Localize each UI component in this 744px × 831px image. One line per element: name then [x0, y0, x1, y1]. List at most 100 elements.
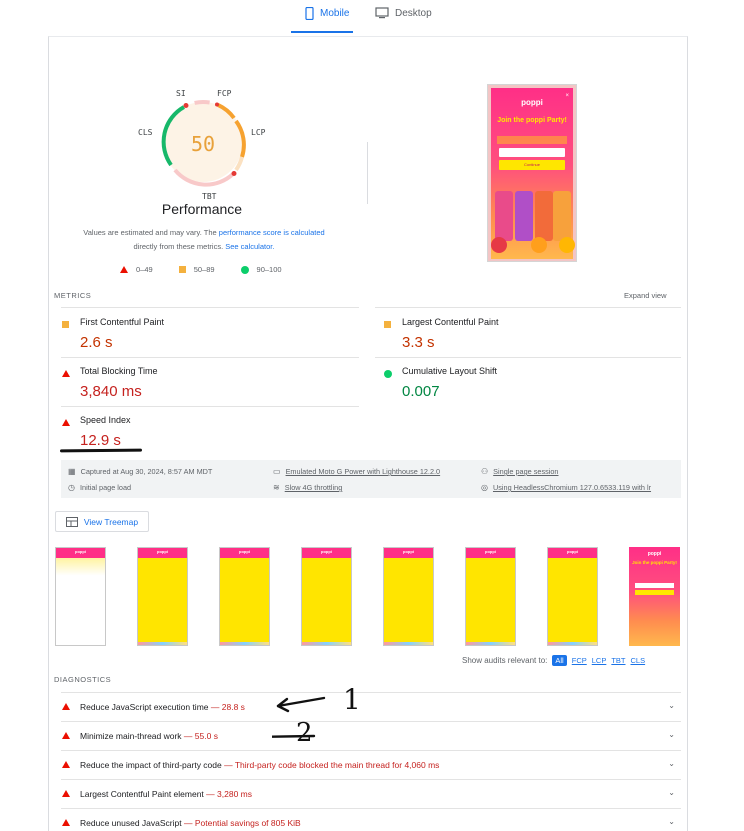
metric-title: Speed Index	[80, 415, 131, 425]
filter-all[interactable]: All	[552, 655, 567, 666]
performance-score: 50	[190, 132, 216, 156]
filter-tbt[interactable]: TBT	[611, 656, 625, 665]
legend-label-fail: 0–49	[136, 265, 153, 274]
fail-triangle-icon	[62, 819, 70, 826]
fail-triangle-icon	[62, 419, 70, 426]
performance-gauge: 50 SI FCP LCP TBT CLS	[96, 52, 280, 202]
final-screenshot-thumbnail[interactable]: × poppi Join the poppi Party! Continue	[487, 84, 577, 262]
info-session[interactable]: ⚇ Single page session	[481, 467, 558, 476]
preview-logo: poppi	[521, 98, 543, 107]
device-tabs: Mobile Desktop	[0, 0, 744, 34]
tab-mobile[interactable]: Mobile	[305, 7, 349, 20]
expand-view-toggle[interactable]: Expand view	[624, 291, 667, 300]
calendar-icon: ▦	[68, 467, 76, 476]
filmstrip-frame: poppi	[465, 547, 516, 646]
metric-title: First Contentful Paint	[80, 317, 165, 327]
metrics-heading: METRICS	[54, 291, 92, 300]
metric-value: 12.9 s	[80, 432, 121, 449]
can-image	[495, 191, 513, 241]
mobile-phone-icon	[305, 7, 314, 20]
score-calculated-link[interactable]: performance score is calculated	[219, 228, 325, 237]
metric-title: Largest Contentful Paint	[402, 317, 499, 327]
metric-title: Total Blocking Time	[80, 366, 158, 376]
gauge-label-lcp: LCP	[251, 128, 266, 137]
average-square-icon	[384, 321, 391, 328]
divider	[61, 357, 359, 358]
metric-value: 0.007	[402, 383, 440, 400]
legend-item-pass: 90–100	[240, 265, 282, 274]
gauge-ring	[161, 99, 246, 187]
treemap-icon	[65, 516, 78, 527]
filmstrip-frame-final: poppi Join the poppi Party!	[629, 547, 680, 646]
fruit-image	[559, 237, 575, 253]
tab-desktop[interactable]: Desktop	[375, 7, 432, 19]
info-device[interactable]: ▭ Emulated Moto G Power with Lighthouse …	[273, 467, 440, 476]
view-treemap-label: View Treemap	[83, 516, 139, 527]
fruit-image	[531, 237, 547, 253]
can-image	[535, 191, 553, 241]
info-browser[interactable]: ◎ Using HeadlessChromium 127.0.6533.119 …	[481, 483, 651, 492]
fruit-image	[491, 237, 507, 253]
chevron-down-icon: ⌄	[668, 701, 675, 710]
gauge-label-cls: CLS	[138, 128, 153, 137]
pass-circle-icon	[384, 370, 392, 378]
timer-icon: ◷	[68, 483, 75, 492]
gauge-label-fcp: FCP	[217, 89, 232, 98]
run-info-bar: ▦ Captured at Aug 30, 2024, 8:57 AM MDT …	[61, 460, 681, 498]
performance-note: Values are estimated and may vary. The p…	[66, 226, 342, 254]
divider	[375, 357, 681, 358]
average-square-icon	[62, 321, 69, 328]
fail-triangle-icon	[120, 266, 128, 273]
filter-lcp[interactable]: LCP	[592, 656, 607, 665]
tab-mobile-label: Mobile	[320, 8, 350, 19]
preview-continue-button: Continue	[499, 160, 565, 170]
divider	[61, 406, 359, 407]
average-square-icon	[178, 266, 186, 273]
pass-circle-icon	[240, 265, 249, 274]
annotation-number-1: 1	[343, 683, 361, 716]
tab-desktop-label: Desktop	[395, 7, 432, 19]
performance-title: Performance	[161, 201, 243, 217]
filmstrip-frame: poppi	[383, 547, 434, 646]
diagnostic-lcp-element[interactable]: Largest Contentful Paint element — 3,280…	[61, 779, 681, 808]
legend-label-pass: 90–100	[256, 265, 282, 274]
active-tab-indicator	[291, 31, 353, 33]
filter-fcp[interactable]: FCP	[572, 656, 587, 665]
legend-item-fail: 0–49	[120, 265, 153, 274]
gauge-label-tbt: TBT	[202, 192, 217, 201]
info-page-load: ◷ Initial page load	[68, 483, 132, 492]
info-throttling[interactable]: ≋ Slow 4G throttling	[273, 483, 342, 492]
view-treemap-button[interactable]: View Treemap	[55, 511, 149, 532]
wifi-icon: ≋	[273, 483, 280, 492]
diagnostic-third-party-code[interactable]: Reduce the impact of third-party code — …	[61, 750, 681, 779]
filmstrip-frame: poppi	[219, 547, 270, 646]
filmstrip-frame: poppi	[301, 547, 352, 646]
score-legend: 0–49 50–89 90–100	[120, 265, 282, 274]
note-text-2: directly from these metrics.	[133, 242, 224, 251]
browser-icon: ◎	[481, 483, 488, 492]
chevron-down-icon: ⌄	[668, 788, 675, 797]
divider	[375, 307, 681, 308]
filmstrip-frame: poppi	[137, 547, 188, 646]
can-image	[553, 191, 571, 241]
chevron-down-icon: ⌄	[668, 730, 675, 739]
chevron-down-icon: ⌄	[668, 759, 675, 768]
audits-filter-label: Show audits relevant to:	[462, 656, 548, 665]
people-icon: ⚇	[481, 467, 489, 476]
fail-triangle-icon	[62, 370, 70, 377]
vertical-divider	[367, 142, 368, 204]
divider	[61, 307, 359, 308]
fail-triangle-icon	[62, 732, 70, 739]
diagnostic-unused-js[interactable]: Reduce unused JavaScript — Potential sav…	[61, 808, 681, 831]
see-calculator-link[interactable]: See calculator.	[225, 242, 274, 251]
info-captured: ▦ Captured at Aug 30, 2024, 8:57 AM MDT	[68, 467, 213, 476]
fail-triangle-icon	[62, 761, 70, 768]
chevron-down-icon: ⌄	[668, 817, 675, 826]
filmstrip-frame: poppi	[55, 547, 106, 646]
note-text-1: Values are estimated and may vary. The	[83, 228, 217, 237]
filter-cls[interactable]: CLS	[631, 656, 646, 665]
metric-value: 2.6 s	[80, 334, 113, 351]
gauge-label-si: SI	[176, 89, 186, 98]
fail-triangle-icon	[62, 790, 70, 797]
metric-value: 3,840 ms	[80, 383, 142, 400]
